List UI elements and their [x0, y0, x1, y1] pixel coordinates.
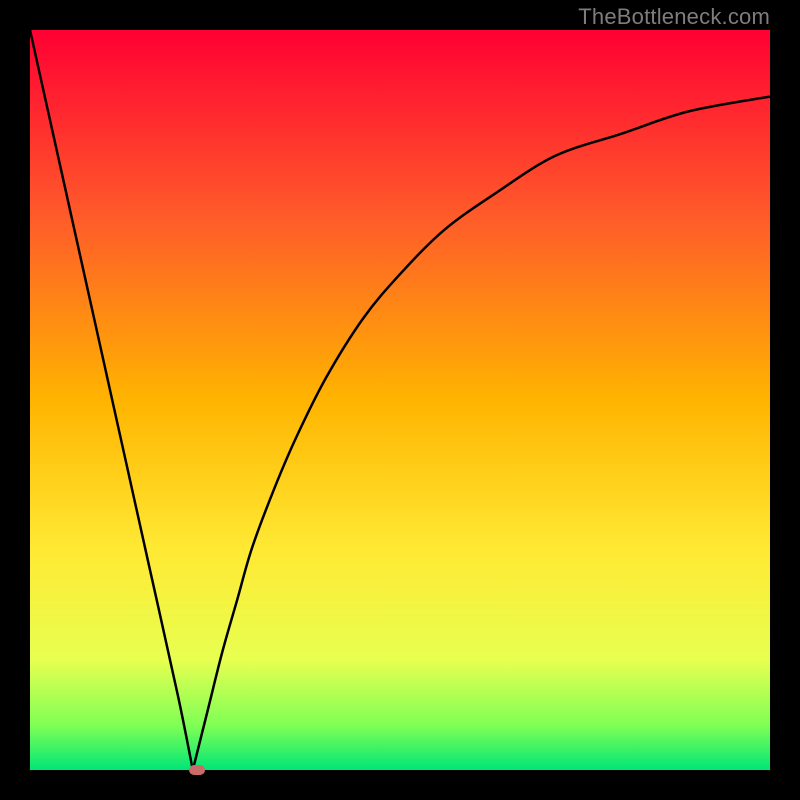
notch-marker — [189, 765, 205, 775]
curve-right — [193, 97, 770, 770]
watermark-text: TheBottleneck.com — [578, 4, 770, 30]
chart-frame: TheBottleneck.com — [0, 0, 800, 800]
curve-svg — [30, 30, 770, 770]
curve-left — [30, 30, 193, 770]
